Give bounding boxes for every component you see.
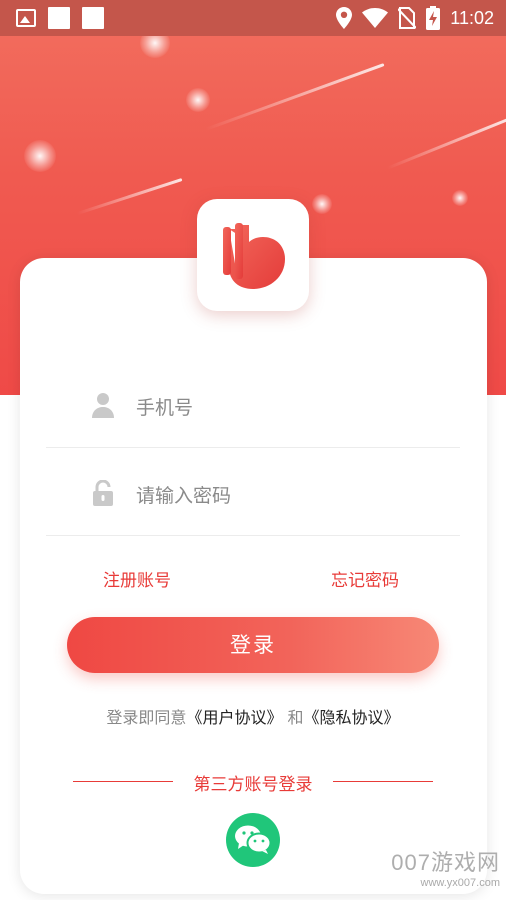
watermark: 007游戏网 www.yx007.com <box>391 845 500 889</box>
password-field[interactable]: 请输入密码 <box>46 448 460 536</box>
user-icon <box>92 393 114 418</box>
no-sim-icon <box>398 7 417 29</box>
watermark-url: www.yx007.com <box>420 877 500 889</box>
image-notification-icon <box>16 9 36 27</box>
phone-field[interactable]: 手机号 <box>46 360 460 448</box>
agreement-prefix: 登录即同意 <box>106 708 187 727</box>
phone-input[interactable]: 手机号 <box>136 393 193 420</box>
user-agreement-link[interactable]: 《用户协议》 <box>186 708 282 727</box>
status-bar: 11:02 <box>0 0 506 36</box>
wechat-login-button[interactable] <box>226 813 280 867</box>
wifi-icon <box>362 8 389 28</box>
register-link[interactable]: 注册账号 <box>103 566 171 591</box>
third-party-login-title: 第三方账号登录 <box>193 775 313 795</box>
app-logo <box>197 199 309 311</box>
battery-charging-icon <box>426 6 441 30</box>
shooting-star <box>76 178 183 215</box>
third-party-login-divider: 第三方账号登录 <box>0 770 506 795</box>
privacy-policy-link[interactable]: 《隐私协议》 <box>304 708 400 727</box>
password-input[interactable]: 请输入密码 <box>136 481 231 508</box>
star-decoration <box>312 194 332 214</box>
agreement-and: 和 <box>282 708 304 727</box>
star-decoration <box>452 190 468 206</box>
app-logo-icon <box>223 223 285 289</box>
wechat-icon <box>235 825 271 854</box>
star-decoration <box>186 88 210 112</box>
shooting-star <box>204 63 385 131</box>
shooting-star <box>386 118 506 170</box>
location-icon <box>336 7 353 29</box>
notification-icon <box>48 7 70 29</box>
login-card <box>20 258 487 894</box>
lock-icon <box>93 480 113 506</box>
forgot-password-link[interactable]: 忘记密码 <box>331 566 399 591</box>
login-button[interactable]: 登录 <box>67 617 439 673</box>
divider-line-right <box>333 781 433 782</box>
agreement-text: 登录即同意《用户协议》 和《隐私协议》 <box>0 704 506 728</box>
notification-icon <box>82 7 104 29</box>
watermark-brand: 007游戏网 <box>391 850 500 875</box>
status-time: 11:02 <box>450 7 494 28</box>
star-decoration <box>24 140 56 172</box>
